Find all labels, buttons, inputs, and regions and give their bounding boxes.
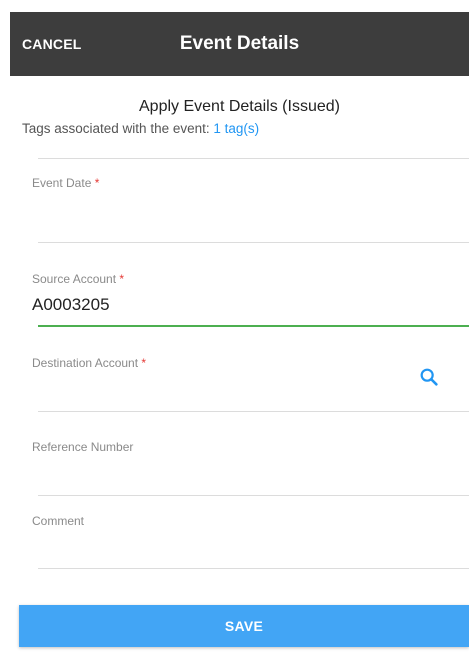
destination-account-field[interactable]: Destination Account * [20,352,469,412]
event-date-field[interactable]: Event Date * [20,172,469,242]
page-title: Event Details [179,33,300,54]
comment-field[interactable]: Comment [20,510,469,570]
event-date-input[interactable] [32,200,412,220]
source-account-label: Source Account * [32,272,124,286]
required-mark: * [141,356,147,370]
left-edge [0,0,10,658]
reference-number-field[interactable]: Reference Number [20,436,469,496]
source-account-label-text: Source Account [32,272,117,286]
destination-account-label: Destination Account * [32,356,146,370]
event-date-label-text: Event Date [32,176,92,190]
comment-input[interactable] [32,540,412,560]
required-mark: * [94,176,100,190]
reference-number-label: Reference Number [32,440,134,454]
source-account-underline [38,325,469,327]
tags-link[interactable]: 1 tag(s) [213,121,259,136]
search-icon[interactable] [418,366,440,393]
divider [38,158,469,159]
source-account-field[interactable]: Source Account * [20,268,469,328]
destination-account-underline [38,411,469,412]
form-subtitle: Apply Event Details (Issued) [139,98,340,115]
event-date-underline [38,242,469,243]
comment-label: Comment [32,514,85,528]
reference-number-input[interactable] [32,464,412,484]
reference-number-underline [38,495,469,496]
destination-account-label-text: Destination Account [32,356,139,370]
source-account-input[interactable] [32,295,412,315]
tags-prefix: Tags associated with the event: [22,121,214,136]
comment-underline [38,568,469,569]
tags-info: Tags associated with the event: 1 tag(s) [22,121,259,136]
header-bar: CANCEL Event Details [10,12,469,76]
save-button[interactable]: SAVE [19,605,469,647]
event-details-dialog: CANCEL Event Details Apply Event Details… [0,0,469,658]
event-date-label: Event Date * [32,176,99,190]
destination-account-input[interactable] [32,380,392,400]
required-mark: * [119,272,125,286]
